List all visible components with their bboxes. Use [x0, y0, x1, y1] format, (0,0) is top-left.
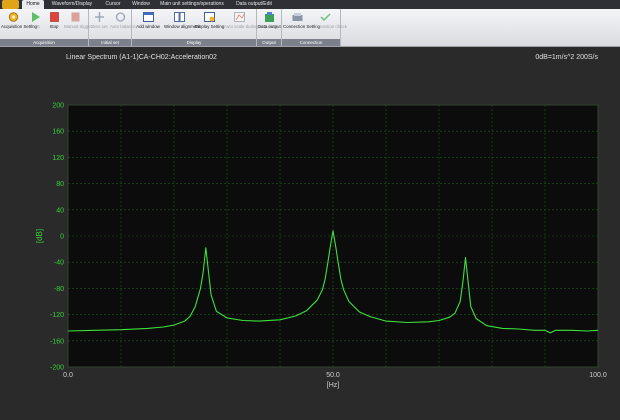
tab-main-unit-settings[interactable]: Main unit settings/operations — [156, 0, 228, 9]
x-tick-label: 100.0 — [589, 372, 607, 379]
gear-icon — [8, 12, 18, 22]
zero-set-icon — [95, 12, 104, 22]
group-connection: Connection Setting Connection check Conn… — [282, 9, 347, 46]
stop-button[interactable]: Stop — [45, 11, 63, 29]
tab-window[interactable]: Window — [128, 0, 154, 9]
group-output: Data output Output — [257, 9, 282, 46]
check-icon — [320, 13, 331, 22]
y-tick-label: 120 — [52, 155, 64, 162]
y-axis-label: [dB] — [35, 229, 44, 243]
group-initial-set: Zero set Auto balance Initial set — [89, 9, 136, 46]
window-alignment-button[interactable]: Window alignment — [164, 11, 200, 29]
add-window-button[interactable]: Add window — [133, 11, 163, 29]
group-acquisition: Acquisition Setting Start Stop Manual tr… — [0, 9, 92, 46]
display-setting-icon — [203, 12, 215, 22]
connection-check-button[interactable]: Connection check — [312, 11, 347, 29]
y-tick-label: -200 — [50, 365, 64, 372]
spectrum-panel: Linear Spectrum (A1-1)CA-CH02:Accelerati… — [0, 47, 620, 420]
y-tick-label: -120 — [50, 312, 64, 319]
y-tick-label: -40 — [54, 260, 64, 267]
tab-home[interactable]: Home — [22, 0, 44, 9]
x-tick-label: 0.0 — [63, 372, 73, 379]
stop-icon — [49, 12, 59, 22]
play-icon — [31, 12, 40, 22]
data-output-icon — [264, 12, 274, 22]
autoscale-icon — [234, 12, 245, 22]
y-tick-label: 200 — [52, 103, 64, 110]
display-setting-button[interactable]: Display Setting — [195, 11, 224, 29]
tab-cursor[interactable]: Cursor — [100, 0, 126, 9]
add-window-icon — [142, 12, 154, 22]
zero-set-button[interactable]: Zero set — [90, 11, 109, 29]
app-menu-button[interactable] — [2, 0, 19, 9]
manual-trigger-button[interactable]: Manual trigger — [64, 11, 92, 29]
y-tick-label: 160 — [52, 129, 64, 136]
window-align-icon — [173, 12, 185, 22]
y-tick-label: 80 — [56, 181, 64, 188]
y-tick-label: 0 — [60, 234, 64, 241]
spectrum-chart[interactable]: 200 160 120 80 40 0 -40 -80 -120 -160 -2000.0 50.0 1… — [0, 47, 620, 420]
tab-data-output-edit[interactable]: Data output/Edit — [231, 0, 277, 9]
start-button[interactable]: Start — [26, 11, 44, 29]
group-display: Add window Window alignment Display Sett… — [132, 9, 277, 46]
acquisition-setting-button[interactable]: Acquisition Setting — [1, 11, 37, 29]
data-output-button[interactable]: Data output — [258, 11, 281, 29]
balance-icon — [115, 12, 125, 22]
auto-scale-button[interactable]: Auto scale during acquiring — [224, 11, 277, 29]
ribbon-tab-bar: Home Waveform/Display Cursor Window Main… — [0, 0, 620, 9]
y-tick-label: -160 — [50, 338, 64, 345]
x-axis-label: [Hz] — [327, 382, 340, 389]
connection-icon — [292, 13, 302, 21]
auto-balance-button[interactable]: Auto balance — [110, 11, 136, 29]
x-tick-label: 50.0 — [326, 372, 340, 379]
y-tick-label: -80 — [54, 286, 64, 293]
trigger-icon — [71, 12, 79, 22]
tab-waveform-display[interactable]: Waveform/Display — [46, 0, 98, 9]
ribbon: Acquisition Setting Start Stop Manual tr… — [0, 9, 620, 47]
y-tick-label: 40 — [56, 207, 64, 214]
connection-setting-button[interactable]: Connection Setting — [283, 11, 320, 29]
